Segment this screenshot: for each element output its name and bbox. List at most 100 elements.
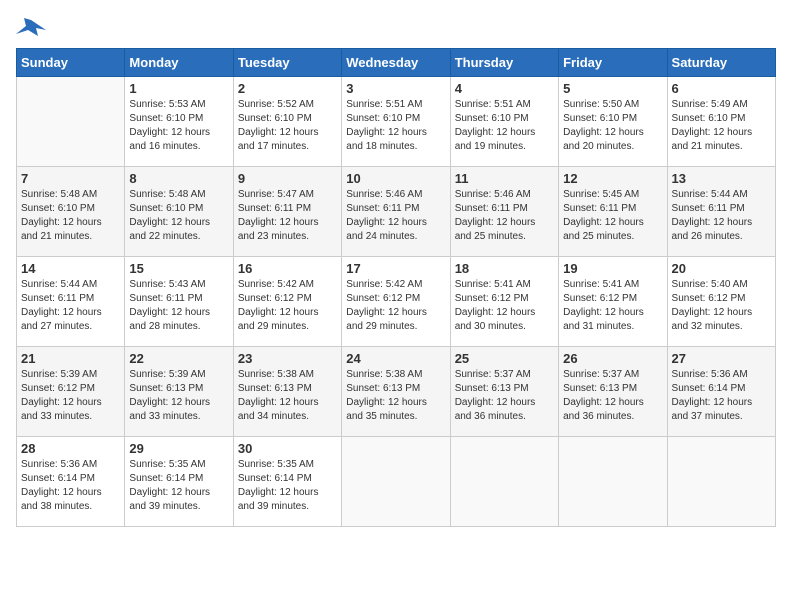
day-number: 11 [455, 171, 554, 186]
day-info: Sunrise: 5:37 AMSunset: 6:13 PMDaylight:… [563, 368, 662, 424]
calendar-cell: 10 Sunrise: 5:46 AMSunset: 6:11 PMDaylig… [342, 167, 450, 257]
day-info: Sunrise: 5:39 AMSunset: 6:12 PMDaylight:… [21, 368, 120, 424]
calendar-cell: 15 Sunrise: 5:43 AMSunset: 6:11 PMDaylig… [125, 257, 233, 347]
calendar-header: SundayMondayTuesdayWednesdayThursdayFrid… [17, 49, 776, 77]
calendar-cell: 19 Sunrise: 5:41 AMSunset: 6:12 PMDaylig… [559, 257, 667, 347]
calendar-week-row: 28 Sunrise: 5:36 AMSunset: 6:14 PMDaylig… [17, 437, 776, 527]
day-info: Sunrise: 5:48 AMSunset: 6:10 PMDaylight:… [21, 188, 120, 244]
calendar-cell: 26 Sunrise: 5:37 AMSunset: 6:13 PMDaylig… [559, 347, 667, 437]
calendar-cell: 16 Sunrise: 5:42 AMSunset: 6:12 PMDaylig… [233, 257, 341, 347]
day-number: 14 [21, 261, 120, 276]
day-info: Sunrise: 5:36 AMSunset: 6:14 PMDaylight:… [21, 458, 120, 514]
calendar-cell: 3 Sunrise: 5:51 AMSunset: 6:10 PMDayligh… [342, 77, 450, 167]
day-header-monday: Monday [125, 49, 233, 77]
calendar-cell [17, 77, 125, 167]
day-number: 1 [129, 81, 228, 96]
day-info: Sunrise: 5:51 AMSunset: 6:10 PMDaylight:… [346, 98, 445, 154]
day-number: 30 [238, 441, 337, 456]
day-number: 2 [238, 81, 337, 96]
day-header-wednesday: Wednesday [342, 49, 450, 77]
day-header-saturday: Saturday [667, 49, 775, 77]
day-header-tuesday: Tuesday [233, 49, 341, 77]
day-info: Sunrise: 5:38 AMSunset: 6:13 PMDaylight:… [346, 368, 445, 424]
page-header [16, 16, 776, 40]
day-info: Sunrise: 5:48 AMSunset: 6:10 PMDaylight:… [129, 188, 228, 244]
day-number: 8 [129, 171, 228, 186]
day-number: 23 [238, 351, 337, 366]
day-info: Sunrise: 5:47 AMSunset: 6:11 PMDaylight:… [238, 188, 337, 244]
calendar-body: 1 Sunrise: 5:53 AMSunset: 6:10 PMDayligh… [17, 77, 776, 527]
day-number: 7 [21, 171, 120, 186]
day-number: 28 [21, 441, 120, 456]
day-info: Sunrise: 5:51 AMSunset: 6:10 PMDaylight:… [455, 98, 554, 154]
calendar-week-row: 1 Sunrise: 5:53 AMSunset: 6:10 PMDayligh… [17, 77, 776, 167]
calendar-cell [450, 437, 558, 527]
calendar-cell: 6 Sunrise: 5:49 AMSunset: 6:10 PMDayligh… [667, 77, 775, 167]
calendar-cell: 11 Sunrise: 5:46 AMSunset: 6:11 PMDaylig… [450, 167, 558, 257]
day-number: 21 [21, 351, 120, 366]
day-number: 24 [346, 351, 445, 366]
day-number: 9 [238, 171, 337, 186]
day-number: 5 [563, 81, 662, 96]
calendar-cell: 20 Sunrise: 5:40 AMSunset: 6:12 PMDaylig… [667, 257, 775, 347]
day-number: 19 [563, 261, 662, 276]
day-number: 29 [129, 441, 228, 456]
calendar-cell: 8 Sunrise: 5:48 AMSunset: 6:10 PMDayligh… [125, 167, 233, 257]
day-number: 4 [455, 81, 554, 96]
day-info: Sunrise: 5:46 AMSunset: 6:11 PMDaylight:… [455, 188, 554, 244]
calendar-cell: 27 Sunrise: 5:36 AMSunset: 6:14 PMDaylig… [667, 347, 775, 437]
calendar-cell: 7 Sunrise: 5:48 AMSunset: 6:10 PMDayligh… [17, 167, 125, 257]
calendar-cell: 30 Sunrise: 5:35 AMSunset: 6:14 PMDaylig… [233, 437, 341, 527]
day-info: Sunrise: 5:42 AMSunset: 6:12 PMDaylight:… [238, 278, 337, 334]
day-info: Sunrise: 5:45 AMSunset: 6:11 PMDaylight:… [563, 188, 662, 244]
day-number: 25 [455, 351, 554, 366]
calendar-cell: 4 Sunrise: 5:51 AMSunset: 6:10 PMDayligh… [450, 77, 558, 167]
day-number: 27 [672, 351, 771, 366]
calendar-cell: 2 Sunrise: 5:52 AMSunset: 6:10 PMDayligh… [233, 77, 341, 167]
day-number: 6 [672, 81, 771, 96]
calendar-table: SundayMondayTuesdayWednesdayThursdayFrid… [16, 48, 776, 527]
day-info: Sunrise: 5:35 AMSunset: 6:14 PMDaylight:… [129, 458, 228, 514]
calendar-week-row: 7 Sunrise: 5:48 AMSunset: 6:10 PMDayligh… [17, 167, 776, 257]
day-number: 20 [672, 261, 771, 276]
calendar-cell: 13 Sunrise: 5:44 AMSunset: 6:11 PMDaylig… [667, 167, 775, 257]
calendar-week-row: 14 Sunrise: 5:44 AMSunset: 6:11 PMDaylig… [17, 257, 776, 347]
day-number: 3 [346, 81, 445, 96]
calendar-week-row: 21 Sunrise: 5:39 AMSunset: 6:12 PMDaylig… [17, 347, 776, 437]
day-header-friday: Friday [559, 49, 667, 77]
day-number: 16 [238, 261, 337, 276]
day-info: Sunrise: 5:41 AMSunset: 6:12 PMDaylight:… [563, 278, 662, 334]
day-info: Sunrise: 5:38 AMSunset: 6:13 PMDaylight:… [238, 368, 337, 424]
day-info: Sunrise: 5:44 AMSunset: 6:11 PMDaylight:… [21, 278, 120, 334]
day-info: Sunrise: 5:37 AMSunset: 6:13 PMDaylight:… [455, 368, 554, 424]
day-info: Sunrise: 5:52 AMSunset: 6:10 PMDaylight:… [238, 98, 337, 154]
day-info: Sunrise: 5:42 AMSunset: 6:12 PMDaylight:… [346, 278, 445, 334]
calendar-cell: 18 Sunrise: 5:41 AMSunset: 6:12 PMDaylig… [450, 257, 558, 347]
day-number: 13 [672, 171, 771, 186]
calendar-cell: 23 Sunrise: 5:38 AMSunset: 6:13 PMDaylig… [233, 347, 341, 437]
day-info: Sunrise: 5:41 AMSunset: 6:12 PMDaylight:… [455, 278, 554, 334]
day-info: Sunrise: 5:53 AMSunset: 6:10 PMDaylight:… [129, 98, 228, 154]
calendar-cell: 14 Sunrise: 5:44 AMSunset: 6:11 PMDaylig… [17, 257, 125, 347]
day-info: Sunrise: 5:46 AMSunset: 6:11 PMDaylight:… [346, 188, 445, 244]
calendar-cell [667, 437, 775, 527]
day-number: 26 [563, 351, 662, 366]
day-number: 18 [455, 261, 554, 276]
day-info: Sunrise: 5:40 AMSunset: 6:12 PMDaylight:… [672, 278, 771, 334]
day-number: 15 [129, 261, 228, 276]
day-info: Sunrise: 5:49 AMSunset: 6:10 PMDaylight:… [672, 98, 771, 154]
calendar-cell [342, 437, 450, 527]
calendar-cell: 12 Sunrise: 5:45 AMSunset: 6:11 PMDaylig… [559, 167, 667, 257]
day-number: 12 [563, 171, 662, 186]
day-info: Sunrise: 5:39 AMSunset: 6:13 PMDaylight:… [129, 368, 228, 424]
logo-icon [16, 16, 46, 40]
day-info: Sunrise: 5:44 AMSunset: 6:11 PMDaylight:… [672, 188, 771, 244]
calendar-cell: 9 Sunrise: 5:47 AMSunset: 6:11 PMDayligh… [233, 167, 341, 257]
day-number: 22 [129, 351, 228, 366]
calendar-cell: 22 Sunrise: 5:39 AMSunset: 6:13 PMDaylig… [125, 347, 233, 437]
calendar-cell: 5 Sunrise: 5:50 AMSunset: 6:10 PMDayligh… [559, 77, 667, 167]
calendar-cell: 28 Sunrise: 5:36 AMSunset: 6:14 PMDaylig… [17, 437, 125, 527]
day-info: Sunrise: 5:36 AMSunset: 6:14 PMDaylight:… [672, 368, 771, 424]
day-number: 10 [346, 171, 445, 186]
calendar-cell: 1 Sunrise: 5:53 AMSunset: 6:10 PMDayligh… [125, 77, 233, 167]
